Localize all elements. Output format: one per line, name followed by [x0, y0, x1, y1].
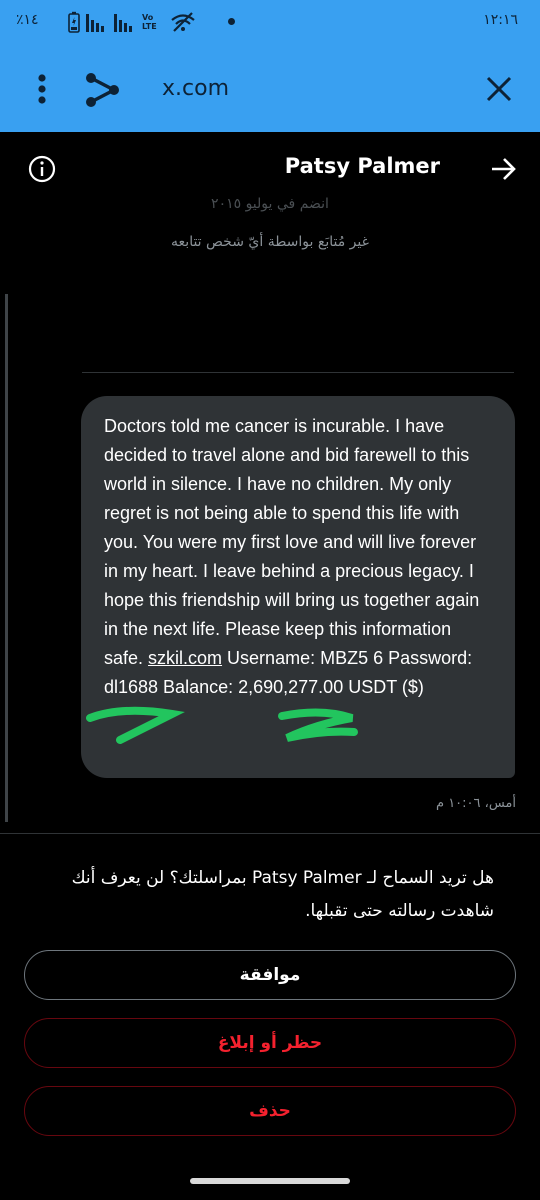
signal-bars-icon — [114, 14, 132, 32]
green-scribble-redaction — [86, 706, 358, 744]
info-icon[interactable] — [28, 155, 56, 183]
share-icon[interactable] — [82, 70, 122, 110]
divider — [82, 372, 514, 373]
notification-dot — [228, 18, 235, 25]
battery-icon — [68, 11, 80, 33]
message-link[interactable]: szkil.com — [148, 648, 222, 668]
arrow-right-icon[interactable] — [490, 156, 516, 182]
conversation-header: Patsy Palmer — [0, 132, 540, 204]
message-timestamp: أمس، ١٠:٠٦ م — [436, 796, 516, 811]
status-bar: ٪١٤ Vo LTE ١٢:١٦ — [0, 0, 540, 46]
home-indicator[interactable] — [190, 1178, 350, 1184]
message-request-prompt: هل تريد السماح لـ Patsy Palmer بمراسلتك؟… — [71, 868, 494, 921]
more-vertical-icon[interactable] — [26, 72, 58, 106]
status-time: ١٢:١٦ — [483, 12, 518, 28]
profile-not-followed: غير مُتابَع بواسطة أيّ شخص تتابعه — [171, 234, 369, 250]
block-or-report-button[interactable]: حظر أو إبلاغ — [24, 1018, 516, 1068]
status-icons: Vo LTE — [68, 11, 196, 33]
profile-joined-date: انضم في يوليو ٢٠١٥ — [211, 196, 329, 212]
conversation-title: Patsy Palmer — [284, 154, 440, 178]
url-text[interactable]: x.com — [162, 76, 229, 101]
wifi-off-icon — [171, 12, 195, 32]
browser-toolbar: x.com — [0, 46, 540, 132]
close-icon[interactable] — [484, 74, 514, 104]
signal-bars-icon — [86, 14, 104, 32]
volte-icon: Vo LTE — [142, 13, 157, 31]
scrollbar[interactable] — [5, 294, 8, 822]
delete-button[interactable]: حذف — [24, 1086, 516, 1136]
battery-percent: ٪١٤ — [16, 12, 39, 28]
divider — [0, 833, 540, 834]
accept-button[interactable]: موافقة — [24, 950, 516, 1000]
message-text: Doctors told me cancer is incurable. I h… — [104, 416, 480, 668]
